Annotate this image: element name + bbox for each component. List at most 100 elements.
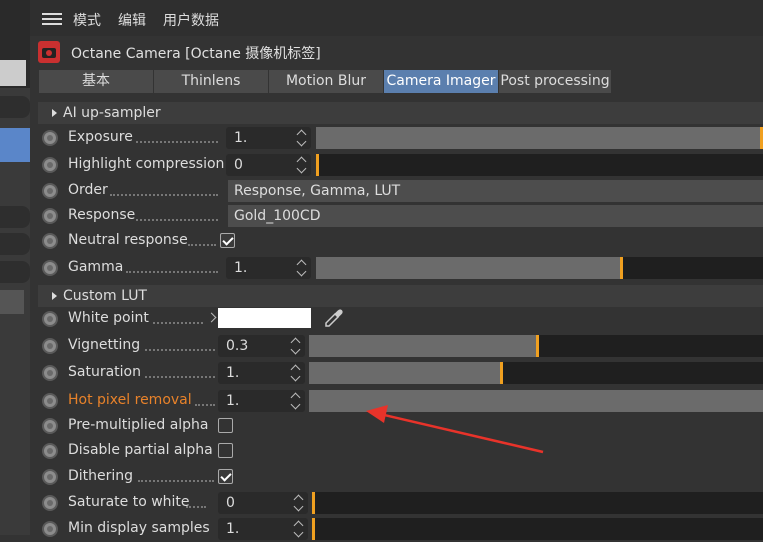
object-title-bar: Octane Camera [Octane 摄像机标签] [30,38,763,66]
white-point-color-swatch[interactable] [218,308,311,328]
gamma-input[interactable]: 1. [226,257,311,279]
param-dithering: Dithering [38,465,763,490]
animation-radio-icon[interactable] [42,469,58,485]
spin-down-icon [290,399,301,410]
min-display-samples-slider[interactable] [312,518,763,540]
left-spinner[interactable] [0,261,30,283]
menu-mode[interactable]: 模式 [73,10,101,30]
leader-dots [153,322,203,324]
film-icon[interactable] [0,128,30,162]
leader-dots [195,404,215,406]
saturation-slider[interactable] [309,362,763,384]
animation-radio-icon[interactable] [42,208,58,224]
highlight-compression-input[interactable]: 0 [226,154,311,176]
leader-dots [136,219,218,221]
param-highlight-compression: Highlight compression 0 [38,153,763,178]
animation-radio-icon[interactable] [42,260,58,276]
param-label: Pre-multiplied alpha [68,417,209,433]
premultiplied-alpha-checkbox[interactable] [218,418,233,433]
param-label: Neutral response [68,232,188,248]
attribute-panel: 模式 编辑 用户数据 Octane Camera [Octane 摄像机标签] … [30,0,763,540]
param-saturation: Saturation 1. [38,361,763,386]
exposure-slider[interactable] [316,127,763,149]
param-label: Highlight compression [68,156,225,172]
chevron-right-icon[interactable] [206,312,217,323]
tab-camera-imager[interactable]: Camera Imager [384,70,499,93]
animation-radio-icon[interactable] [42,157,58,173]
menu-userdata[interactable]: 用户数据 [163,10,219,30]
param-label: Saturation [68,364,141,380]
spin-down-icon [293,527,304,538]
highlight-compression-slider[interactable] [316,154,763,176]
neutral-response-checkbox[interactable] [220,233,235,248]
animation-radio-icon[interactable] [42,311,58,327]
vignetting-input[interactable]: 0.3 [218,335,305,357]
animation-radio-icon[interactable] [42,443,58,459]
param-premultiplied-alpha: Pre-multiplied alpha [38,414,763,439]
eyedropper-icon[interactable] [322,307,344,329]
exposure-input[interactable]: 1. [226,127,311,149]
disable-partial-alpha-checkbox[interactable] [218,443,233,458]
animation-radio-icon[interactable] [42,393,58,409]
animation-radio-icon[interactable] [42,130,58,146]
hot-pixel-removal-input[interactable]: 1. [218,390,305,412]
param-label: Gamma [68,259,124,275]
saturate-to-white-input[interactable]: 0 [218,492,308,514]
saturate-to-white-slider[interactable] [312,492,763,514]
tab-thinlens[interactable]: Thinlens [154,70,269,93]
param-label: Response [68,207,136,223]
leader-dots [136,141,218,143]
saturation-input[interactable]: 1. [218,362,305,384]
viewport-preview [0,60,26,86]
response-dropdown[interactable]: Gold_100CD [228,205,763,227]
param-min-display-samples: Min display samples 1. [38,517,763,542]
hamburger-menu-icon[interactable] [42,13,62,25]
tab-post-processing[interactable]: Post processing [499,70,612,93]
slider-handle[interactable] [316,154,319,176]
animation-radio-icon[interactable] [42,495,58,511]
min-display-samples-input[interactable]: 1. [218,518,308,540]
animation-radio-icon[interactable] [42,233,58,249]
leader-dots [186,506,206,508]
param-label: Disable partial alpha [68,442,213,458]
spin-down-icon [296,136,307,147]
leader-dots [126,271,218,273]
left-panel-strip [0,0,30,535]
gamma-slider[interactable] [316,257,763,279]
slider-handle[interactable] [536,335,539,357]
animation-radio-icon[interactable] [42,365,58,381]
slider-handle[interactable] [500,362,503,384]
slider-handle[interactable] [620,257,623,279]
dithering-checkbox[interactable] [218,469,233,484]
leader-dots [138,480,214,482]
param-vignetting: Vignetting 0.3 [38,334,763,359]
vignetting-slider[interactable] [309,335,763,357]
tab-motion-blur[interactable]: Motion Blur [269,70,384,93]
param-hot-pixel-removal: Hot pixel removal 1. [38,389,763,414]
param-label: Hot pixel removal [68,392,192,408]
spin-down-icon [290,371,301,382]
animation-radio-icon[interactable] [42,418,58,434]
order-dropdown[interactable]: Response, Gamma, LUT [228,180,763,202]
param-label: Order [68,182,108,198]
animation-radio-icon[interactable] [42,183,58,199]
camera-tag-icon [38,41,60,63]
param-label: Vignetting [68,337,141,353]
animation-radio-icon[interactable] [42,338,58,354]
hot-pixel-removal-slider[interactable] [309,390,763,412]
param-response: Response Gold_100CD [38,204,763,229]
expand-triangle-icon [52,109,57,117]
left-spinner[interactable] [0,96,30,118]
section-ai-upsampler[interactable]: AI up-sampler [38,102,763,124]
slider-handle[interactable] [312,492,315,514]
param-label: Saturate to white [68,494,190,510]
left-spinner[interactable] [0,233,30,255]
left-spinner[interactable] [0,206,30,228]
menu-edit[interactable]: 编辑 [118,10,146,30]
tab-basic[interactable]: 基本 [39,70,154,93]
slider-handle[interactable] [312,518,315,540]
spin-down-icon [293,501,304,512]
section-custom-lut[interactable]: Custom LUT [38,285,763,307]
param-label: White point [68,310,149,326]
left-button[interactable] [0,290,24,314]
